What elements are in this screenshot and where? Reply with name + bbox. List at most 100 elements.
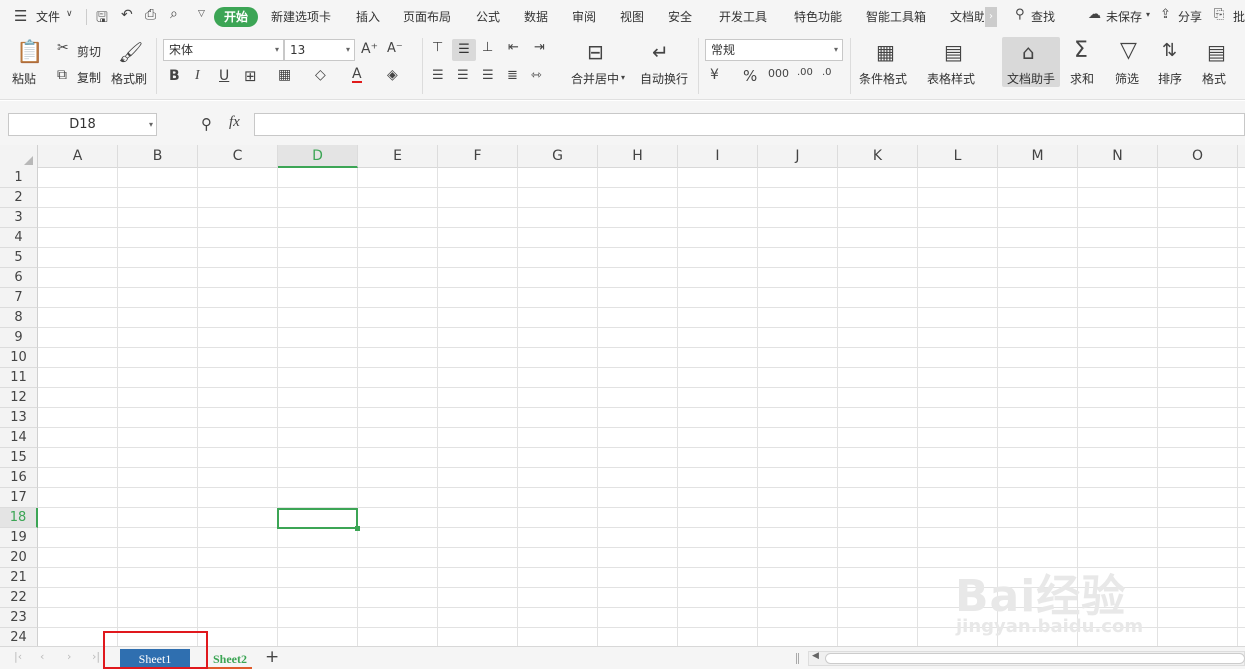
format-button[interactable]: 格式	[1202, 70, 1226, 87]
underline-icon[interactable]: U	[219, 68, 229, 84]
column-header-a[interactable]: A	[38, 145, 118, 168]
copy-icon[interactable]: ⧉	[57, 67, 67, 83]
row-header-23[interactable]: 23	[0, 608, 38, 628]
filter-button[interactable]: 筛选	[1115, 70, 1139, 87]
sum-icon[interactable]: Σ	[1074, 38, 1088, 63]
sort-icon[interactable]: ⇅	[1162, 40, 1177, 61]
fill-color-icon[interactable]: ◇	[315, 67, 326, 83]
sort-button[interactable]: 排序	[1158, 70, 1182, 87]
decrease-indent-icon[interactable]: ⇤	[508, 40, 519, 55]
decrease-decimal-icon[interactable]: .0	[822, 67, 832, 78]
align-bottom-icon[interactable]: ⊥	[482, 40, 493, 55]
customize-dropdown-icon[interactable]: ▽	[198, 9, 205, 19]
formula-input[interactable]	[254, 113, 1245, 136]
merge-center-button[interactable]: 合并居中	[571, 70, 619, 87]
row-header-10[interactable]: 10	[0, 348, 38, 368]
tab-scroll-right-button[interactable]: ›	[985, 7, 997, 27]
auto-wrap-button[interactable]: 自动换行	[640, 70, 688, 87]
fill-handle[interactable]	[355, 526, 360, 531]
row-header-16[interactable]: 16	[0, 468, 38, 488]
column-header-l[interactable]: L	[918, 145, 998, 168]
font-name-select[interactable]: 宋体 ▾	[163, 39, 284, 61]
row-header-21[interactable]: 21	[0, 568, 38, 588]
fill-pattern-icon[interactable]: ▦	[278, 67, 291, 83]
column-header-b[interactable]: B	[118, 145, 198, 168]
conditional-format-button[interactable]: 条件格式	[859, 70, 907, 87]
column-header-n[interactable]: N	[1078, 145, 1158, 168]
currency-icon[interactable]: ¥	[710, 67, 719, 83]
row-header-17[interactable]: 17	[0, 488, 38, 508]
zoom-formula-icon[interactable]: ⚲	[201, 115, 212, 133]
tab-doc-assistant[interactable]: 文档助	[950, 8, 984, 25]
merge-center-icon[interactable]: ⊟	[587, 40, 604, 64]
cut-button[interactable]: 剪切	[77, 43, 101, 60]
format-painter-button[interactable]: 格式刷	[111, 70, 147, 87]
row-header-5[interactable]: 5	[0, 248, 38, 268]
row-header-2[interactable]: 2	[0, 188, 38, 208]
tab-data[interactable]: 数据	[524, 8, 548, 25]
row-header-8[interactable]: 8	[0, 308, 38, 328]
row-header-4[interactable]: 4	[0, 228, 38, 248]
row-header-6[interactable]: 6	[0, 268, 38, 288]
column-header-m[interactable]: M	[998, 145, 1078, 168]
row-header-15[interactable]: 15	[0, 448, 38, 468]
last-sheet-icon[interactable]: ›|	[92, 650, 100, 663]
save-icon[interactable]: 🖫	[96, 7, 108, 31]
tab-page-layout[interactable]: 页面布局	[403, 8, 451, 25]
decrease-font-icon[interactable]: A⁻	[387, 41, 403, 56]
table-style-button[interactable]: 表格样式	[927, 70, 975, 87]
tab-features[interactable]: 特色功能	[794, 8, 842, 25]
cloud-icon[interactable]: ☁	[1088, 7, 1101, 22]
tab-view[interactable]: 视图	[620, 8, 644, 25]
row-header-11[interactable]: 11	[0, 368, 38, 388]
share-button[interactable]: 分享	[1178, 8, 1202, 25]
batch-button[interactable]: 批	[1233, 8, 1245, 25]
share-icon[interactable]: ⇪	[1160, 7, 1171, 22]
column-header-o[interactable]: O	[1158, 145, 1238, 168]
column-header-j[interactable]: J	[758, 145, 838, 168]
chevron-down-icon[interactable]: ▾	[1146, 10, 1150, 19]
tab-smart-tools[interactable]: 智能工具箱	[866, 8, 926, 25]
first-sheet-icon[interactable]: |‹	[14, 650, 22, 663]
doc-assistant-icon[interactable]: ⌂	[1022, 40, 1035, 64]
bold-icon[interactable]: B	[169, 68, 180, 84]
column-header-h[interactable]: H	[598, 145, 678, 168]
number-format-select[interactable]: 常规 ▾	[705, 39, 843, 61]
increase-font-icon[interactable]: A⁺	[361, 41, 378, 57]
increase-indent-icon[interactable]: ⇥	[534, 40, 545, 55]
thousands-separator-icon[interactable]: 000	[768, 67, 789, 80]
active-cell-d18[interactable]	[277, 508, 358, 529]
next-sheet-icon[interactable]: ›	[67, 650, 71, 663]
row-header-24[interactable]: 24	[0, 628, 38, 647]
scrollbar-thumb[interactable]	[825, 653, 1245, 664]
row-header-13[interactable]: 13	[0, 408, 38, 428]
column-header-g[interactable]: G	[518, 145, 598, 168]
conditional-format-icon[interactable]: ▦	[876, 40, 895, 64]
tab-start[interactable]: 开始	[214, 7, 258, 27]
chevron-down-icon[interactable]: ∨	[66, 9, 73, 19]
print-preview-icon[interactable]: ⌕	[170, 6, 178, 22]
align-top-icon[interactable]: ⊤	[432, 40, 443, 55]
paste-icon[interactable]: 📋	[16, 40, 43, 66]
align-left-icon[interactable]: ☰	[432, 68, 444, 83]
undo-icon[interactable]: ↶	[121, 7, 133, 23]
percent-icon[interactable]: %	[743, 67, 757, 85]
column-header-e[interactable]: E	[358, 145, 438, 168]
row-header-3[interactable]: 3	[0, 208, 38, 228]
paste-button[interactable]: 粘贴	[12, 70, 36, 87]
hamburger-menu-icon[interactable]: ☰	[14, 7, 27, 25]
font-color-icon[interactable]: A	[352, 67, 362, 83]
row-header-22[interactable]: 22	[0, 588, 38, 608]
clear-format-icon[interactable]: ◈	[387, 67, 398, 83]
tab-developer[interactable]: 开发工具	[719, 8, 767, 25]
scrollbar-divider[interactable]	[796, 653, 799, 664]
justify-icon[interactable]: ≣	[507, 68, 518, 83]
copy-button[interactable]: 复制	[77, 69, 101, 86]
batch-icon[interactable]: ⎘	[1214, 7, 1224, 22]
tab-security[interactable]: 安全	[668, 8, 692, 25]
unsaved-status[interactable]: 未保存	[1106, 8, 1142, 25]
search-icon[interactable]: ⚲	[1015, 7, 1025, 22]
print-icon[interactable]: ⎙	[145, 7, 156, 23]
row-header-1[interactable]: 1	[0, 168, 38, 188]
tab-insert[interactable]: 插入	[356, 8, 380, 25]
